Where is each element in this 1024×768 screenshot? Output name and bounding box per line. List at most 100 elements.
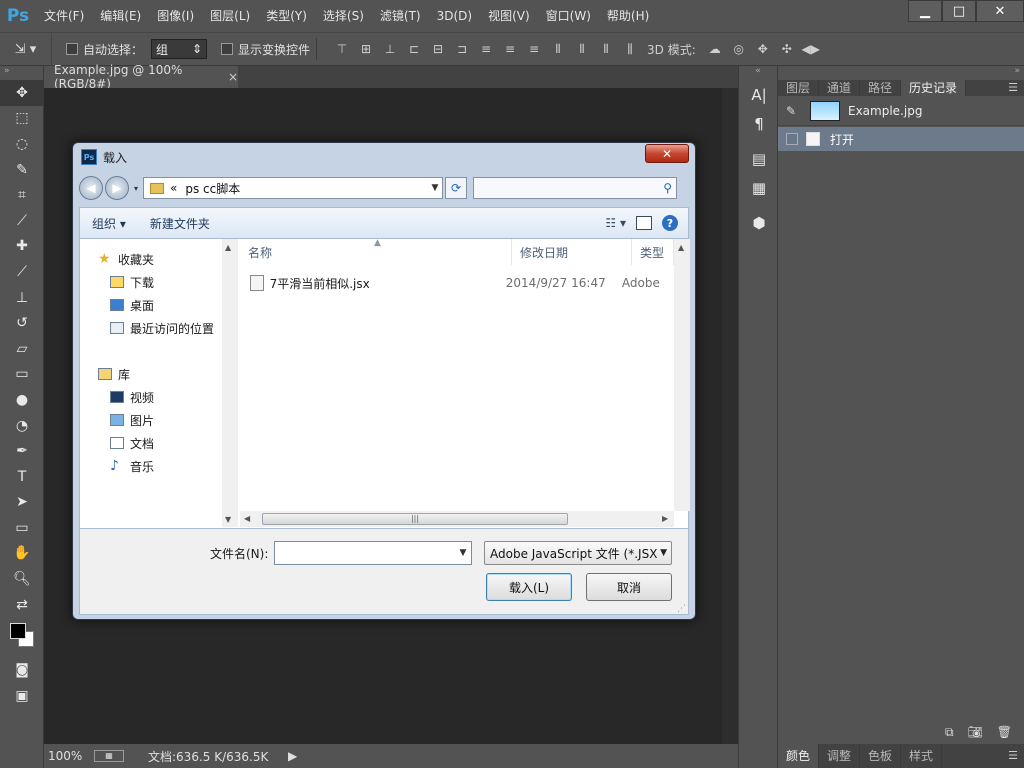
toolbox-collapse-icon[interactable]: » [0,66,43,80]
new-folder-button[interactable]: 新建文件夹 [138,215,222,232]
distribute-top-icon[interactable]: ≡ [477,40,495,58]
close-button[interactable]: ✕ [976,0,1024,22]
file-scroll-up-icon[interactable]: ▲ [678,243,684,252]
address-path[interactable]: ps cc脚本 [185,180,428,197]
navigation-pane-scrollbar[interactable]: ▲ ▼ [222,239,238,527]
clone-stamp-tool-icon[interactable]: ⊥ [0,285,44,311]
nav-pictures[interactable]: 图片 [110,410,154,430]
new-snapshot-icon[interactable]: 📷︎ [968,725,983,739]
scroll-left-icon[interactable]: ◀ [244,514,250,523]
menu-window[interactable]: 窗口(W) [538,0,599,32]
type-tool-icon[interactable]: T [0,464,44,490]
tab-layers[interactable]: 图层 [778,80,820,96]
healing-brush-tool-icon[interactable]: ✚ [0,234,44,260]
menu-edit[interactable]: 编辑(E) [92,0,149,32]
menu-filter[interactable]: 滤镜(T) [372,0,429,32]
eraser-tool-icon[interactable]: ▱ [0,336,44,362]
search-icon[interactable]: ⚲ [663,181,672,195]
menu-help[interactable]: 帮助(H) [599,0,657,32]
align-vcenter-icon[interactable]: ⊞ [357,40,375,58]
3d-orbit-icon[interactable]: ☁ [706,40,724,58]
auto-select-checkbox[interactable] [66,43,78,55]
history-item[interactable]: 打开 [778,127,1024,151]
strip-collapse-icon[interactable]: « [739,66,777,80]
help-icon[interactable]: ? [662,215,678,231]
change-view-icon[interactable]: ☷ ▾ [605,216,626,230]
menu-3d[interactable]: 3D(D) [429,0,480,32]
character-panel-icon[interactable]: A| [739,80,779,109]
file-row[interactable]: 7平滑当前相似.jsx 2014/9/27 16:47 Adobe [250,273,680,293]
gradient-tool-icon[interactable]: ▭ [0,362,44,388]
address-dropdown-icon[interactable]: ▼ [428,183,442,193]
align-right-icon[interactable]: ⊐ [453,40,471,58]
3d-roll-icon[interactable]: ◎ [730,40,748,58]
address-overflow[interactable]: « [170,181,177,195]
search-input[interactable] [474,179,664,197]
tab-swatches[interactable]: 色板 [860,744,902,768]
cancel-button[interactable]: 取消 [586,573,672,601]
distribute-left-icon[interactable]: ⫴ [549,40,567,58]
foreground-color-swatch[interactable] [10,623,26,640]
zoom-level[interactable]: 100% [48,749,94,763]
rectangle-tool-icon[interactable]: ▭ [0,515,44,541]
3d-slide-icon[interactable]: ✣ [778,40,796,58]
tab-paths[interactable]: 路径 [860,80,902,96]
pen-tool-icon[interactable]: ✒ [0,438,44,464]
forward-button[interactable]: ▶ [105,176,129,200]
scroll-right-icon[interactable]: ▶ [662,514,668,523]
scroll-down-icon[interactable]: ▼ [225,515,231,524]
distribute-vcenter-icon[interactable]: ≡ [501,40,519,58]
maximize-button[interactable]: □ [942,0,976,22]
document-tab-close-icon[interactable]: × [228,70,238,84]
back-button[interactable]: ◀ [79,176,103,200]
bottom-panel-menu-icon[interactable]: ☰ [1008,748,1024,764]
notes-panel-icon[interactable]: ▦ [739,173,779,202]
properties-panel-icon[interactable]: ▤ [739,144,779,173]
3d-pan-icon[interactable]: ✥ [754,40,772,58]
tab-channels[interactable]: 通道 [819,80,861,96]
scroll-up-icon[interactable]: ▲ [225,243,231,252]
eyedropper-tool-icon[interactable]: ⟋ [0,208,44,234]
zoom-tool-icon[interactable]: 🔍︎ [0,566,44,592]
tab-history[interactable]: 历史记录 [901,80,967,96]
align-top-icon[interactable]: ⊤ [333,40,351,58]
column-name-header[interactable]: 名称 ▲ [240,239,512,265]
quick-select-tool-icon[interactable]: ✎ [0,157,44,183]
3d-scale-icon[interactable]: ◀▶ [802,40,820,58]
3d-panel-icon[interactable]: ⬢ [739,208,779,237]
menu-select[interactable]: 选择(S) [315,0,372,32]
lasso-tool-icon[interactable]: ◌ [0,131,44,157]
nav-music[interactable]: ♪ 音乐 [110,456,154,476]
document-tab[interactable]: Example.jpg @ 100%(RGB/8#) × [44,63,238,91]
new-document-from-state-icon[interactable]: ⧉ [945,725,954,740]
auto-align-icon[interactable]: ⫼ [621,40,639,58]
marquee-tool-icon[interactable]: ⬚ [0,106,44,132]
show-transform-checkbox[interactable] [221,43,234,55]
preview-pane-icon[interactable] [636,216,652,230]
quick-mask-icon[interactable]: ◙ [0,657,44,683]
nav-videos[interactable]: 视频 [110,387,154,407]
history-snapshot[interactable]: ✎ Example.jpg [778,96,1024,126]
column-date-header[interactable]: 修改日期 [512,239,632,265]
filetype-select[interactable]: Adobe JavaScript 文件 (*.JSX ▼ [484,541,672,565]
align-hcenter-icon[interactable]: ⊟ [429,40,447,58]
column-type-header[interactable]: 类型 [632,239,674,265]
dialog-close-button[interactable]: ✕ [645,144,689,163]
screen-mode-icon[interactable]: ▣ [0,683,44,709]
status-preview-icon[interactable]: ▦ [94,750,124,762]
nav-documents[interactable]: 文档 [110,433,154,453]
nav-favorites[interactable]: ★ 收藏夹 [98,249,154,269]
distribute-right-icon[interactable]: ⫴ [597,40,615,58]
filename-input[interactable] [275,543,455,563]
tab-adjustments[interactable]: 调整 [819,744,861,768]
dodge-tool-icon[interactable]: ◔ [0,413,44,439]
refresh-icon[interactable]: ⟳ [445,177,468,199]
auto-select-dropdown[interactable]: 组 ⇕ [151,39,208,59]
panel-collapse-icon[interactable]: » [778,66,1024,80]
recent-locations-dropdown-icon[interactable]: ▾ [134,184,138,193]
dialog-titlebar[interactable]: Ps 载入 ✕ [73,143,695,171]
panel-menu-icon[interactable]: ☰ [1008,80,1024,96]
canvas-scrollbar[interactable] [722,88,738,744]
nav-libraries[interactable]: 库 [98,364,130,384]
align-bottom-icon[interactable]: ⊥ [381,40,399,58]
